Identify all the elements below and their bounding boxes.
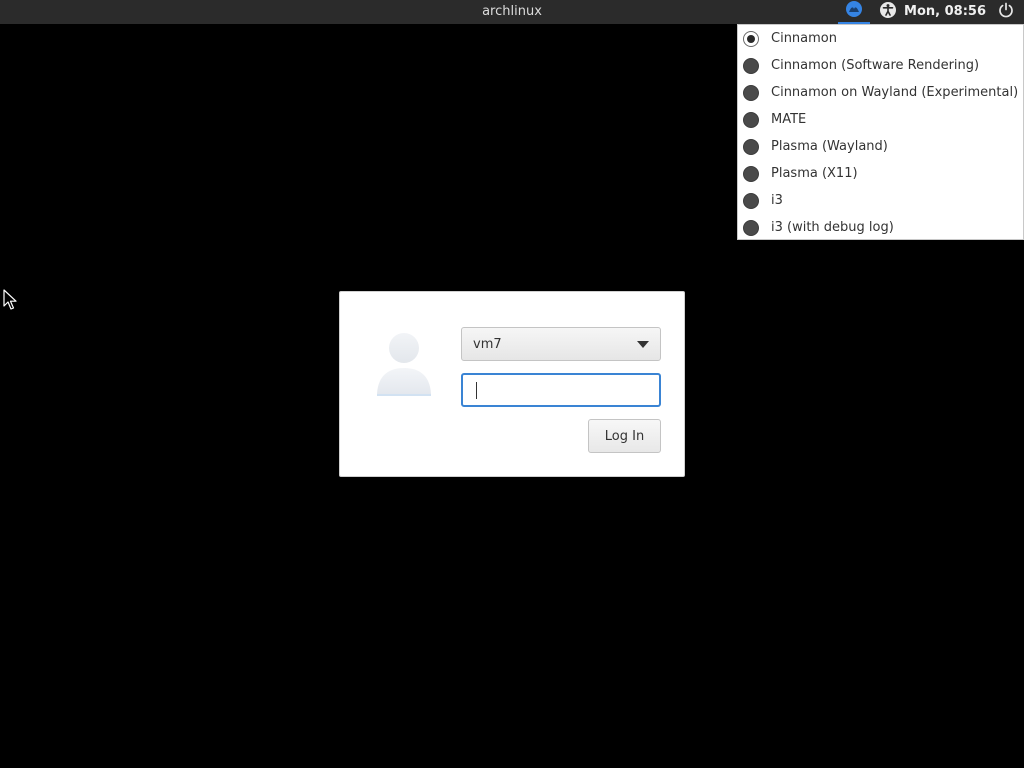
login-dialog: vm7 Log In [339,291,685,477]
panel-indicators: Mon, 08:56 [838,0,1024,24]
radio-unselected-icon [743,84,759,101]
session-label: Plasma (X11) [771,166,858,181]
lightdm-greeter-screen: archlinux Mon, 08:56 Cinnamon Cinnamon (… [0,0,1024,768]
session-item-plasma-wayland[interactable]: Plasma (Wayland) [738,133,1023,160]
chevron-down-icon [637,340,649,348]
session-menu-button[interactable] [838,0,871,24]
password-input[interactable] [461,373,661,407]
selected-user: vm7 [473,336,502,352]
radio-selected-icon [743,30,759,47]
session-label: Cinnamon [771,31,837,46]
accessibility-menu-button[interactable] [876,0,900,24]
power-menu-button[interactable] [994,0,1018,24]
user-select-dropdown[interactable]: vm7 [461,327,661,361]
top-panel: archlinux Mon, 08:56 [0,0,1024,24]
session-menu: Cinnamon Cinnamon (Software Rendering) C… [737,24,1024,240]
session-label: Cinnamon (Software Rendering) [771,58,980,73]
session-label: Plasma (Wayland) [771,139,888,154]
session-label: i3 [771,193,783,208]
session-item-plasma-x11[interactable]: Plasma (X11) [738,160,1023,187]
session-item-i3[interactable]: i3 [738,187,1023,214]
session-item-cinnamon-software-rendering[interactable]: Cinnamon (Software Rendering) [738,52,1023,79]
session-item-mate[interactable]: MATE [738,106,1023,133]
session-label: MATE [771,112,807,127]
session-icon [845,0,863,22]
accessibility-icon [879,1,897,23]
clock: Mon, 08:56 [904,4,986,19]
radio-unselected-icon [743,57,759,74]
radio-unselected-icon [743,165,759,182]
user-avatar-icon [372,328,436,400]
mouse-pointer-icon [3,289,17,315]
login-button[interactable]: Log In [588,419,661,453]
radio-unselected-icon [743,138,759,155]
power-icon [998,2,1014,22]
text-caret [476,382,477,399]
session-item-cinnamon[interactable]: Cinnamon [738,25,1023,52]
radio-unselected-icon [743,219,759,236]
session-label: Cinnamon on Wayland (Experimental) [771,85,1019,100]
radio-unselected-icon [743,111,759,128]
session-item-i3-debug[interactable]: i3 (with debug log) [738,214,1023,241]
session-label: i3 (with debug log) [771,220,894,235]
radio-unselected-icon [743,192,759,209]
session-item-cinnamon-wayland[interactable]: Cinnamon on Wayland (Experimental) [738,79,1023,106]
